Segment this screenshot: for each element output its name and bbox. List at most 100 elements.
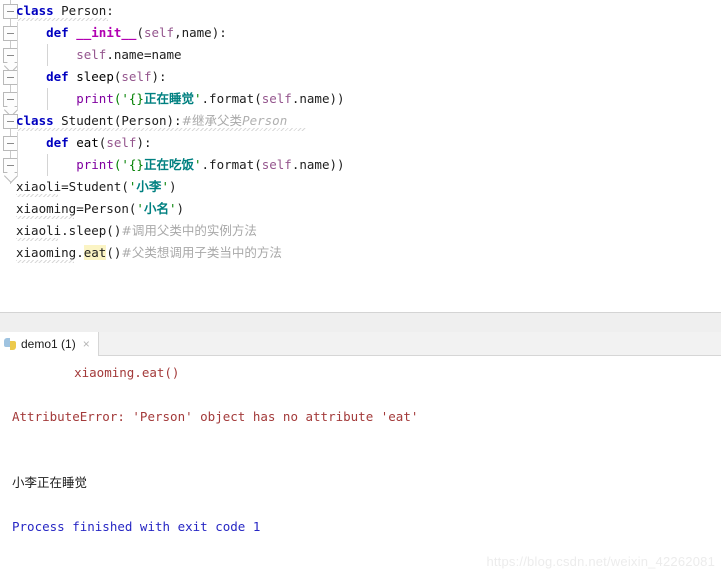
python-file-icon	[4, 338, 16, 350]
code-token: self	[261, 157, 292, 172]
code-token: ()	[106, 245, 122, 260]
code-token: .format(	[201, 91, 262, 106]
code-token: Person:	[61, 3, 114, 18]
code-token: Person	[242, 113, 288, 128]
pycharm-window: class Person: def __init__(self,name): s…	[0, 0, 721, 573]
code-line[interactable]: xiaoming=Person('小名')	[0, 198, 721, 220]
code-token: def	[46, 135, 77, 150]
code-token: ('{}	[113, 91, 144, 106]
indent-guide	[47, 88, 49, 110]
indent-guide	[17, 44, 18, 66]
run-tab-bar[interactable]: demo1 (1) ×	[0, 332, 721, 356]
code-token: 小名	[143, 201, 169, 216]
code-token: ):	[151, 69, 167, 84]
code-line[interactable]: def sleep(self):	[0, 66, 721, 88]
code-token: 正在睡觉	[143, 91, 194, 106]
code-token: 正在吃饭	[143, 157, 194, 172]
inspection-squiggle	[16, 238, 58, 241]
code-token: self	[106, 135, 137, 150]
code-token: self	[121, 69, 152, 84]
code-token: ,name):	[174, 25, 227, 40]
indent-guide	[17, 132, 18, 154]
code-token: .name))	[291, 91, 345, 106]
indent-guide	[47, 44, 49, 66]
inspection-squiggle	[16, 128, 306, 131]
code-token: xiaoming.	[16, 245, 84, 260]
code-line[interactable]: self.name=name	[0, 44, 721, 66]
code-token: Student(Person):	[61, 113, 182, 128]
console-output[interactable]: xiaoming.eat() AttributeError: 'Person' o…	[0, 356, 721, 538]
editor-console-splitter[interactable]	[0, 312, 721, 332]
code-token: '	[161, 179, 169, 194]
code-line[interactable]: xiaoming.eat()#父类想调用子类当中的方法	[0, 242, 721, 264]
code-token: self	[76, 47, 107, 62]
code-token: self	[261, 91, 292, 106]
code-token: eat	[83, 245, 107, 260]
code-token: __init__	[76, 25, 137, 40]
code-line[interactable]: def eat(self):	[0, 132, 721, 154]
code-token: #继承父类	[181, 113, 243, 128]
code-token: xiaoli=Student(	[16, 179, 129, 194]
code-token: .name))	[291, 157, 345, 172]
console-line: AttributeError: 'Person' object has no a…	[12, 409, 419, 424]
code-token: .name=name	[106, 47, 182, 62]
console-line: Process finished with exit code 1	[12, 519, 261, 534]
code-token: #调用父类中的实例方法	[121, 223, 257, 238]
indent-guide	[47, 154, 49, 176]
code-token: print	[76, 157, 114, 172]
code-token: )	[176, 201, 185, 216]
code-token: '	[168, 201, 177, 216]
close-icon[interactable]: ×	[83, 338, 90, 350]
code-content[interactable]: class Person: def __init__(self,name): s…	[0, 0, 721, 264]
inspection-squiggle	[16, 216, 74, 219]
code-token: class	[16, 113, 62, 128]
code-token: #父类想调用子类当中的方法	[121, 245, 282, 260]
code-token: xiaoming=Person(	[16, 201, 137, 216]
indent-guide	[17, 88, 18, 110]
code-token: ('{}	[113, 157, 144, 172]
indent-guide	[17, 154, 18, 176]
code-token: 小李	[136, 179, 162, 194]
code-token: xiaoli.sleep()	[16, 223, 122, 238]
code-token: class	[16, 3, 62, 18]
code-token: .format(	[201, 157, 262, 172]
console-line: xiaoming.eat()	[44, 365, 180, 380]
code-line[interactable]: class Person:	[0, 0, 721, 22]
inspection-squiggle	[16, 194, 58, 197]
code-token: eat	[76, 135, 99, 150]
code-token: def	[46, 69, 77, 84]
code-editor[interactable]: class Person: def __init__(self,name): s…	[0, 0, 721, 312]
code-line[interactable]: xiaoli=Student('小李')	[0, 176, 721, 198]
code-token: )	[168, 179, 177, 194]
watermark: https://blog.csdn.net/weixin_42262081	[486, 554, 715, 569]
code-token: sleep	[76, 69, 114, 84]
inspection-squiggle	[16, 18, 108, 21]
indent-guide	[17, 22, 18, 44]
code-token: '	[193, 91, 202, 106]
code-token: self	[143, 25, 175, 40]
run-tool-window: demo1 (1) × xiaoming.eat() AttributeError…	[0, 332, 721, 573]
indent-guide	[17, 66, 18, 88]
code-token: (	[136, 25, 144, 40]
code-line[interactable]: def __init__(self,name):	[0, 22, 721, 44]
code-line[interactable]: print('{}正在吃饭'.format(self.name))	[0, 154, 721, 176]
code-token: print	[76, 91, 114, 106]
code-line[interactable]: print('{}正在睡觉'.format(self.name))	[0, 88, 721, 110]
run-tab-demo1[interactable]: demo1 (1) ×	[0, 332, 99, 356]
code-token: '	[193, 157, 202, 172]
code-token: '	[136, 201, 144, 216]
code-token: def	[46, 25, 77, 40]
console-line: 小李正在睡觉	[12, 475, 88, 490]
run-tab-label: demo1 (1)	[21, 337, 76, 351]
inspection-squiggle	[16, 260, 74, 263]
code-token: ):	[136, 135, 152, 150]
code-line[interactable]: xiaoli.sleep()#调用父类中的实例方法	[0, 220, 721, 242]
code-line[interactable]: class Student(Person):#继承父类Person	[0, 110, 721, 132]
